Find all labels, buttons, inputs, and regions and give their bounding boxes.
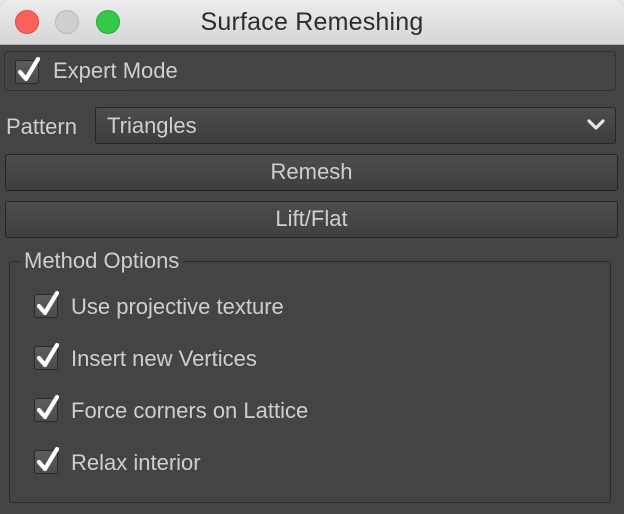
- dialog-content: Expert Mode Pattern Triangles Remesh Lif…: [0, 45, 624, 514]
- remesh-button[interactable]: Remesh: [5, 154, 618, 191]
- expert-mode-checkbox[interactable]: Expert Mode: [4, 51, 616, 91]
- force-corners-on-lattice-checkbox[interactable]: Force corners on Lattice: [32, 394, 592, 428]
- checkmark-icon: [36, 394, 60, 420]
- relax-interior-check-box[interactable]: [34, 446, 60, 474]
- insert-new-vertices-check-box[interactable]: [34, 342, 60, 370]
- insert-new-vertices-checkbox[interactable]: Insert new Vertices: [32, 342, 592, 376]
- use-projective-texture-checkbox[interactable]: Use projective texture: [32, 290, 592, 324]
- force-corners-on-lattice-check-box[interactable]: [34, 394, 60, 422]
- use-projective-texture-label: Use projective texture: [71, 294, 284, 319]
- use-projective-texture-check-box[interactable]: [34, 290, 60, 318]
- pattern-selected-value: Triangles: [107, 113, 197, 138]
- method-options-title: Method Options: [20, 248, 184, 274]
- pattern-label: Pattern: [6, 114, 77, 139]
- checkmark-icon: [36, 446, 60, 472]
- expert-mode-label: Expert Mode: [53, 58, 178, 83]
- surface-remeshing-window: Surface Remeshing Expert Mode Pattern Tr…: [0, 0, 624, 514]
- checkmark-icon: [17, 56, 41, 82]
- insert-new-vertices-label: Insert new Vertices: [71, 346, 257, 371]
- force-corners-on-lattice-label: Force corners on Lattice: [71, 398, 309, 423]
- title-bar[interactable]: Surface Remeshing: [0, 0, 624, 45]
- lift-flat-button[interactable]: Lift/Flat: [5, 201, 618, 238]
- relax-interior-label: Relax interior: [71, 450, 201, 475]
- relax-interior-checkbox[interactable]: Relax interior: [32, 446, 592, 480]
- chevron-down-icon: [587, 119, 605, 130]
- checkmark-icon: [36, 342, 60, 368]
- method-options-group: Method Options Use projective texture In…: [9, 248, 611, 503]
- pattern-dropdown[interactable]: Triangles: [95, 107, 616, 144]
- expert-mode-check-box[interactable]: [15, 56, 41, 84]
- checkmark-icon: [36, 290, 60, 316]
- window-title: Surface Remeshing: [200, 8, 424, 36]
